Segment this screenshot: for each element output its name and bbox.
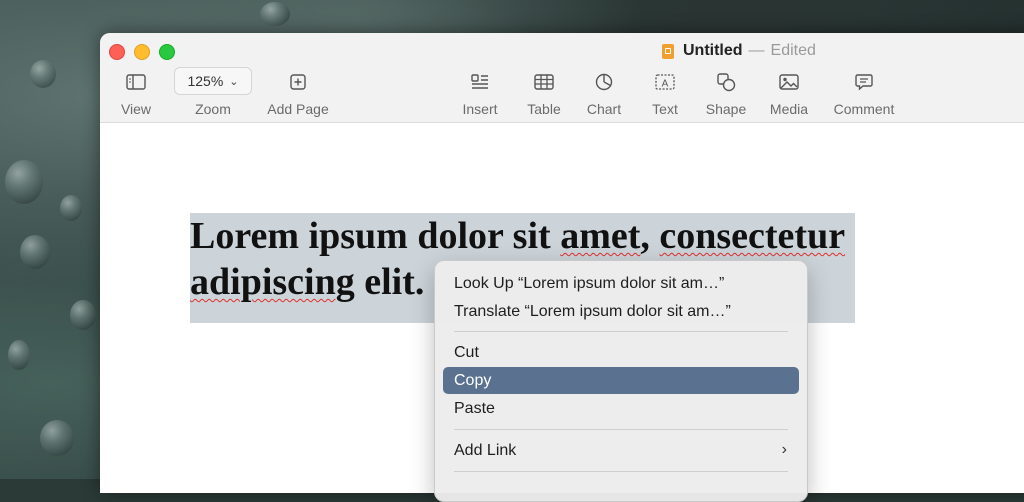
- media-label: Media: [769, 101, 809, 117]
- comment-label: Comment: [833, 101, 895, 117]
- menu-item-look-up[interactable]: Look Up “Lorem ipsum dolor sit am…”: [443, 270, 799, 297]
- zoom-value: 125%: [187, 73, 224, 89]
- view-label: View: [120, 101, 152, 117]
- zoom-select[interactable]: 125% ⌄: [174, 67, 252, 95]
- water-drop: [60, 195, 82, 221]
- sidebar-icon: [126, 71, 146, 93]
- insert-label: Insert: [462, 101, 498, 117]
- zoom-window-button[interactable]: [159, 44, 175, 60]
- water-drop: [5, 160, 43, 204]
- misspelled-word[interactable]: amet: [560, 215, 640, 257]
- insert-button[interactable]: Insert: [456, 71, 504, 117]
- table-icon: [534, 71, 554, 93]
- shape-button[interactable]: Shape: [704, 71, 748, 117]
- water-drop: [260, 2, 290, 26]
- shape-icon: [716, 71, 736, 93]
- comment-icon: [855, 71, 873, 93]
- menu-separator: [454, 471, 788, 472]
- zoom-control[interactable]: 125% ⌄ Zoom: [173, 67, 253, 117]
- chevron-right-icon: ›: [781, 441, 787, 458]
- water-drop: [30, 60, 56, 88]
- title-separator: —: [748, 42, 765, 59]
- text-box-icon: A: [655, 71, 675, 93]
- media-button[interactable]: Media: [767, 71, 811, 117]
- pie-chart-icon: [595, 71, 613, 93]
- menu-separator: [454, 331, 788, 332]
- image-icon: [779, 71, 799, 93]
- svg-text:A: A: [662, 79, 669, 90]
- context-menu: Look Up “Lorem ipsum dolor sit am…” Tran…: [434, 260, 808, 502]
- menu-separator: [454, 429, 788, 430]
- table-button[interactable]: Table: [521, 71, 567, 117]
- insert-paragraph-icon: [470, 71, 490, 93]
- text-button[interactable]: A Text: [647, 71, 683, 117]
- add-page-button[interactable]: Add Page: [263, 71, 333, 117]
- text-label: Text: [652, 101, 678, 117]
- menu-item-add-link[interactable]: Add Link ›: [443, 437, 799, 464]
- zoom-label: Zoom: [195, 101, 231, 117]
- close-window-button[interactable]: [109, 44, 125, 60]
- menu-item-translate[interactable]: Translate “Lorem ipsum dolor sit am…”: [443, 298, 799, 325]
- table-label: Table: [527, 101, 561, 117]
- minimize-window-button[interactable]: [134, 44, 150, 60]
- text-line-1: Lorem ipsum dolor sit amet, consectetur: [190, 215, 846, 257]
- toolbar: Untitled — Edited View 125% ⌄ Zoom Add P…: [100, 33, 1024, 123]
- shape-label: Shape: [705, 101, 747, 117]
- edit-status: Edited: [770, 42, 816, 59]
- view-button[interactable]: View: [116, 71, 156, 117]
- water-drop: [70, 300, 96, 330]
- chevron-down-icon: ⌄: [229, 75, 239, 88]
- chart-label: Chart: [586, 101, 622, 117]
- water-drop: [20, 235, 50, 269]
- menu-item-copy[interactable]: Copy: [443, 367, 799, 394]
- water-drop: [8, 340, 30, 370]
- water-drop: [40, 420, 74, 456]
- pages-document-icon: [662, 43, 674, 59]
- add-page-label: Add Page: [267, 101, 329, 117]
- plus-square-icon: [290, 71, 306, 93]
- window-title: Untitled — Edited: [662, 41, 816, 61]
- menu-item-paste[interactable]: Paste: [443, 395, 799, 422]
- misspelled-word[interactable]: consectetur: [659, 215, 845, 257]
- document-name[interactable]: Untitled: [683, 42, 743, 60]
- chart-button[interactable]: Chart: [583, 71, 625, 117]
- misspelled-word[interactable]: adipiscing: [190, 261, 355, 303]
- menu-item-cut[interactable]: Cut: [443, 339, 799, 366]
- comment-button[interactable]: Comment: [829, 71, 899, 117]
